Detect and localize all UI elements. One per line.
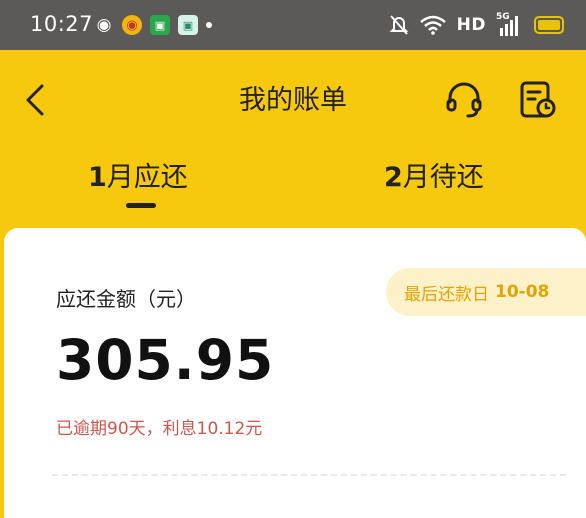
card-divider xyxy=(52,474,566,476)
customer-service-headset-icon[interactable] xyxy=(444,80,484,120)
last-repay-label: 最后还款日 xyxy=(404,284,489,305)
last-repay-badge: 最后还款日 10-08 xyxy=(386,268,586,316)
tab-february-pending[interactable]: 2月待还 xyxy=(384,155,484,194)
mute-bell-icon xyxy=(389,15,409,35)
notification-icons: ◉ ◉ ▣ ▣ xyxy=(94,14,212,36)
status-time: 10:27 xyxy=(30,12,94,36)
status-indicators: HD 5G xyxy=(389,12,564,38)
battery-icon xyxy=(534,16,564,34)
page-title: 我的账单 xyxy=(239,85,347,116)
network-hd-label: HD xyxy=(456,15,486,35)
tab-january-due[interactable]: 1月应还 xyxy=(88,155,188,194)
mint-app-icon: ▣ xyxy=(178,15,198,35)
wifi-icon xyxy=(419,15,446,35)
top-nav-bar: 我的账单 xyxy=(0,50,586,150)
due-amount-value: 305.95 xyxy=(56,328,275,392)
last-repay-date: 10-08 xyxy=(495,282,550,302)
bill-card: 应还金额（元） 最后还款日 10-08 305.95 已逾期90天，利息10.1… xyxy=(4,228,586,518)
active-tab-indicator xyxy=(126,203,156,208)
weibo-icon: ◉ xyxy=(122,15,142,35)
status-bar: 10:27 ◉ ◉ ▣ ▣ HD 5G xyxy=(0,0,586,50)
notification-dot xyxy=(206,22,212,28)
green-app-icon: ▣ xyxy=(150,15,170,35)
due-amount-label: 应还金额（元） xyxy=(56,287,196,311)
wechat-icon: ◉ xyxy=(96,15,112,35)
signal-icon: 5G xyxy=(496,12,524,36)
bill-record-icon[interactable] xyxy=(518,80,558,120)
overdue-notice: 已逾期90天，利息10.12元 xyxy=(56,419,263,439)
